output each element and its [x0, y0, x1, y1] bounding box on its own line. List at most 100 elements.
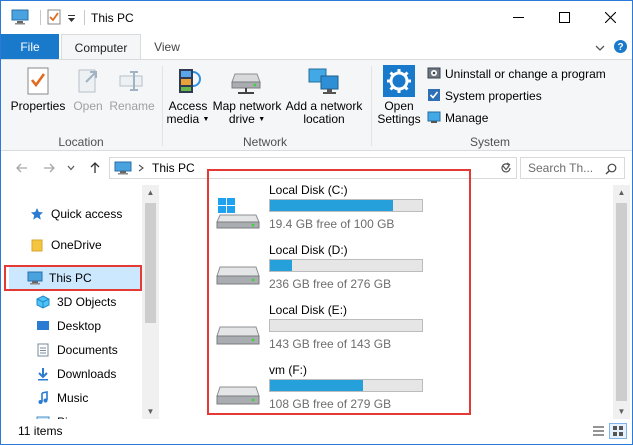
details-view-icon[interactable]: [589, 423, 607, 439]
manage-icon: [427, 110, 441, 127]
sidebar-item-label: Downloads: [57, 367, 117, 381]
search-placeholder: Search Th...: [528, 161, 594, 175]
open-button[interactable]: Open: [69, 64, 107, 113]
properties-icon: [9, 64, 67, 98]
maximize-button[interactable]: [541, 1, 587, 34]
title-bar: This PC: [1, 1, 632, 34]
access-media-label: Access media ▼: [166, 99, 210, 126]
tab-computer[interactable]: Computer: [61, 34, 141, 60]
expand-ribbon-icon[interactable]: [595, 41, 605, 55]
settings-icon: [375, 64, 423, 98]
explorer-window: This PC File Computer View ? Properties …: [0, 0, 633, 445]
search-input[interactable]: Search Th...: [520, 157, 625, 179]
sidebar-item-label: Documents: [57, 343, 118, 357]
quick-access-dropdown-icon[interactable]: [67, 12, 76, 26]
sidebar-item-label: Desktop: [57, 319, 102, 333]
network-location-icon: [285, 64, 363, 98]
star-icon: [29, 206, 45, 222]
add-network-location-label: Add a network location: [285, 99, 363, 126]
refresh-icon: [500, 162, 512, 174]
access-media-button[interactable]: Access media ▼: [165, 64, 211, 126]
ribbon-controls: ?: [595, 39, 628, 57]
back-arrow-icon[interactable]: [14, 160, 30, 176]
open-label: Open: [73, 99, 103, 113]
cube-icon: [35, 294, 51, 310]
ribbon-tabs: File Computer View ?: [1, 34, 632, 60]
scroll-down-icon[interactable]: ▼: [142, 404, 159, 419]
navigation-pane: Quick access OneDrive This PC 3D Objects…: [1, 185, 158, 419]
add-network-location-button[interactable]: Add a network location: [285, 64, 363, 126]
tab-file[interactable]: File: [1, 34, 59, 59]
open-settings-label: Open Settings: [377, 99, 421, 126]
svg-text:?: ?: [617, 42, 623, 53]
sidebar-item-label: Music: [57, 391, 89, 405]
uninstall-program-button[interactable]: Uninstall or change a program: [427, 64, 606, 84]
system-properties-button[interactable]: System properties: [427, 86, 542, 106]
properties-quick-icon[interactable]: [47, 9, 61, 28]
sidebar-item-documents[interactable]: Documents: [35, 339, 158, 361]
scrollbar-thumb[interactable]: [145, 203, 156, 323]
ribbon: Properties Open Rename Location Access me…: [1, 59, 632, 151]
sidebar-item-onedrive[interactable]: OneDrive: [29, 234, 158, 256]
view-buttons: [589, 423, 627, 439]
sidebar-item-desktop[interactable]: Desktop: [35, 315, 158, 337]
scroll-up-icon[interactable]: ▲: [142, 185, 159, 200]
download-icon: [35, 366, 51, 382]
properties-label: Properties: [10, 99, 66, 113]
group-separator: [162, 66, 163, 146]
forward-arrow-icon[interactable]: [41, 160, 57, 176]
refresh-button[interactable]: [495, 157, 517, 179]
open-settings-button[interactable]: Open Settings: [375, 64, 423, 126]
sidebar-item-label: Quick access: [51, 207, 123, 221]
status-bar: 11 items: [1, 419, 632, 444]
desktop-icon: [35, 318, 51, 334]
sidebar-item-label: OneDrive: [51, 238, 102, 252]
rename-icon: [109, 64, 155, 98]
up-arrow-icon[interactable]: [87, 160, 103, 176]
sidebar-item-quick-access[interactable]: Quick access: [29, 203, 158, 225]
system-properties-icon: [427, 88, 441, 105]
map-network-drive-button[interactable]: Map network drive ▼: [211, 64, 283, 126]
document-icon: [35, 342, 51, 358]
manage-label: Manage: [445, 111, 489, 125]
map-network-drive-label: Map network drive ▼: [212, 99, 282, 126]
minimize-button[interactable]: [495, 1, 541, 34]
window-title: This PC: [91, 11, 134, 25]
folder-icon: [29, 237, 45, 253]
group-label-network: Network: [242, 135, 287, 149]
group-label-system: System: [469, 135, 510, 149]
computer-icon[interactable]: [11, 9, 29, 28]
scroll-up-icon[interactable]: ▲: [613, 185, 630, 200]
system-properties-label: System properties: [445, 89, 542, 103]
tab-view[interactable]: View: [143, 34, 191, 59]
this-pc-highlight: [4, 265, 142, 291]
uninstall-label: Uninstall or change a program: [445, 67, 606, 81]
group-label-location: Location: [58, 135, 104, 149]
media-icon: [165, 64, 211, 98]
content-scrollbar[interactable]: ▲ ▼: [613, 185, 630, 419]
properties-button[interactable]: Properties: [9, 64, 67, 113]
close-button[interactable]: [587, 1, 632, 34]
breadcrumb-separator-icon[interactable]: [138, 164, 144, 172]
sidebar-item-pictures[interactable]: Pi: [35, 411, 158, 419]
sidebar-item-music[interactable]: Music: [35, 387, 158, 409]
recent-locations-icon[interactable]: [63, 160, 79, 176]
scroll-down-icon[interactable]: ▼: [613, 404, 630, 419]
search-icon: [605, 163, 617, 175]
sidebar-item-downloads[interactable]: Downloads: [35, 363, 158, 385]
open-icon: [69, 64, 107, 98]
tiles-view-icon[interactable]: [609, 423, 627, 439]
rename-button[interactable]: Rename: [109, 64, 155, 113]
music-icon: [35, 390, 51, 406]
navigation-pane-scrollbar[interactable]: ▲ ▼: [142, 185, 159, 419]
help-icon[interactable]: ?: [613, 39, 628, 57]
breadcrumb[interactable]: This PC: [152, 161, 195, 175]
scrollbar-thumb[interactable]: [616, 203, 627, 401]
rename-label: Rename: [109, 99, 155, 113]
computer-icon: [114, 161, 132, 175]
drives-highlight: [207, 169, 471, 415]
title-divider: [84, 10, 85, 25]
sidebar-item-3d-objects[interactable]: 3D Objects: [35, 291, 158, 313]
manage-button[interactable]: Manage: [427, 108, 488, 128]
title-separator: [40, 10, 41, 25]
